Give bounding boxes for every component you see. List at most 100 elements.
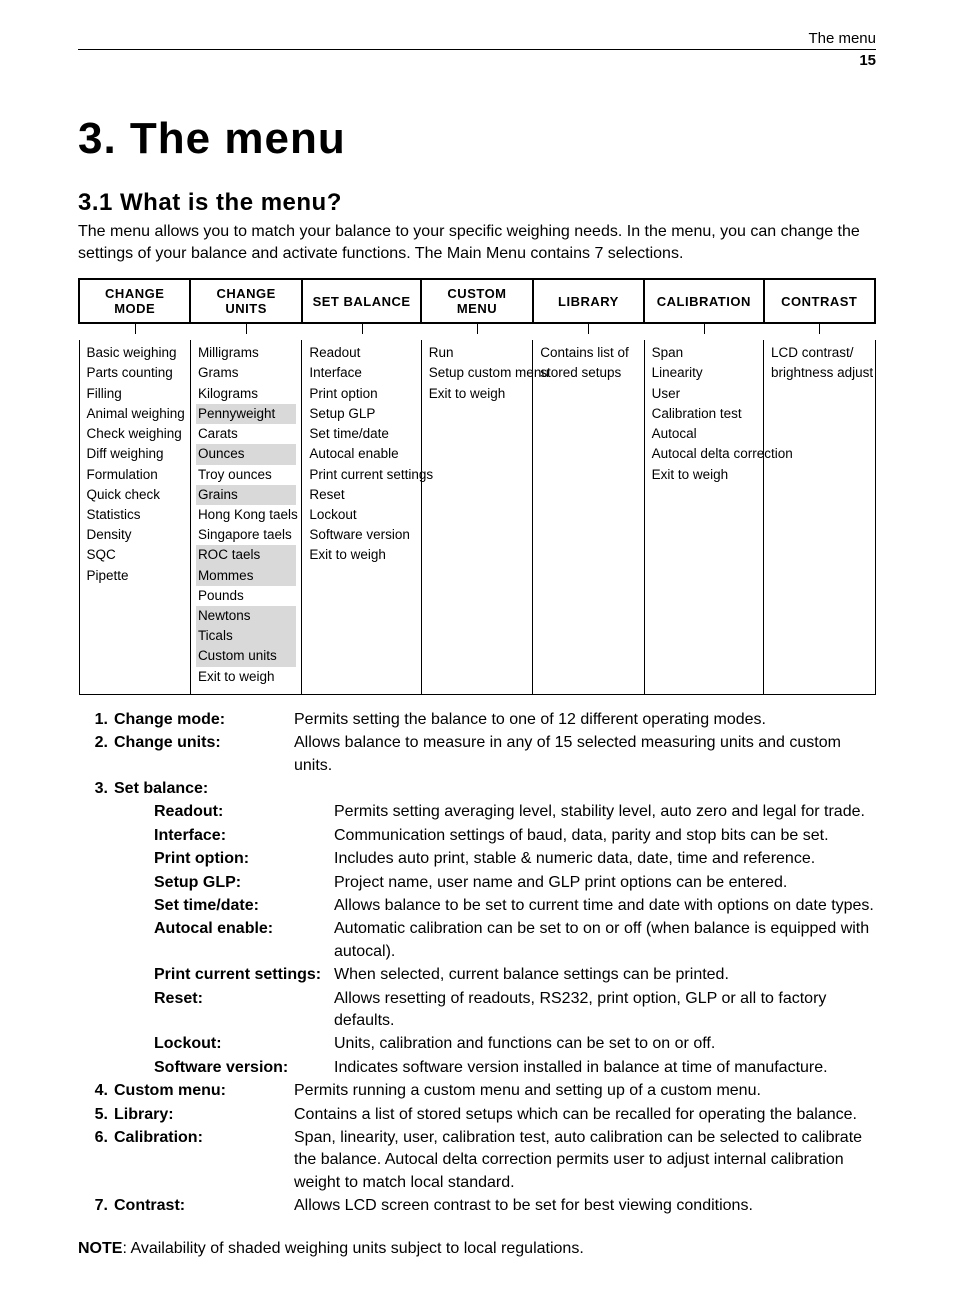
definition-label: Readout: [114, 801, 334, 823]
definition-number: 1. [78, 709, 114, 731]
col-change-mode: Basic weighingParts countingFillingAnima… [81, 341, 189, 592]
definition-row: Print current settings:When selected, cu… [78, 964, 876, 986]
menu-item: Linearity [650, 363, 758, 383]
definition-label: Change units: [114, 732, 294, 754]
col-library: Contains list ofstored setups [534, 341, 642, 389]
definition-description: Units, calibration and functions can be … [334, 1033, 876, 1055]
connector [764, 323, 875, 340]
menu-item: Interface [307, 363, 415, 383]
section-title: 3.1 What is the menu? [78, 189, 876, 217]
definition-description: Communication settings of baud, data, pa… [334, 825, 876, 847]
menu-item: stored setups [538, 363, 638, 383]
menu-item: Setup GLP [307, 404, 415, 424]
definition-number: 7. [78, 1195, 114, 1217]
note-text: : Availability of shaded weighing units … [122, 1240, 583, 1257]
definition-row: Setup GLP:Project name, user name and GL… [78, 872, 876, 894]
definition-description: Automatic calibration can be set to on o… [334, 918, 876, 963]
definition-row: Autocal enable:Automatic calibration can… [78, 918, 876, 963]
running-header: The menu [78, 30, 876, 47]
definition-label: Library: [114, 1104, 294, 1126]
menu-item: Filling [85, 384, 185, 404]
definition-number: 2. [78, 732, 114, 754]
menu-item: Grains [196, 485, 296, 505]
definition-number: 6. [78, 1127, 114, 1149]
col-head-change-mode: CHANGE MODE [79, 279, 190, 323]
definition-description: Allows LCD screen contrast to be set for… [294, 1195, 876, 1217]
menu-item: Hong Kong taels [196, 505, 296, 525]
menu-item: Setup custom menu [427, 363, 527, 383]
menu-item: Print current settings [307, 465, 415, 485]
menu-item: User [650, 384, 758, 404]
col-calibration: SpanLinearityUserCalibration testAutocal… [646, 341, 762, 491]
menu-item: Set time/date [307, 424, 415, 444]
definition-description: Contains a list of stored setups which c… [294, 1104, 876, 1126]
menu-item: Exit to weigh [650, 465, 758, 485]
definition-number: 4. [78, 1080, 114, 1102]
menu-item: Troy ounces [196, 465, 296, 485]
definition-label: Set time/date: [114, 895, 334, 917]
menu-item: Pounds [196, 586, 296, 606]
definition-row: 3.Set balance: [78, 778, 876, 800]
definition-description: Project name, user name and GLP print op… [334, 872, 876, 894]
menu-item: Pennyweight [196, 404, 296, 424]
menu-item: Autocal [650, 424, 758, 444]
connector [644, 323, 763, 340]
definition-description: When selected, current balance settings … [334, 964, 876, 986]
definition-row: Lockout:Units, calibration and functions… [78, 1033, 876, 1055]
menu-item: Check weighing [85, 424, 185, 444]
col-head-library: LIBRARY [533, 279, 644, 323]
menu-item: Contains list of [538, 343, 638, 363]
definition-row: Print option:Includes auto print, stable… [78, 848, 876, 870]
col-custom-menu: RunSetup custom menuExit to weigh [423, 341, 531, 410]
definition-description: Allows balance to be set to current time… [334, 895, 876, 917]
col-set-balance: ReadoutInterfacePrint optionSetup GLPSet… [303, 341, 419, 571]
chapter-title: 3. The menu [78, 114, 876, 164]
menu-item: Software version [307, 525, 415, 545]
menu-item: Mommes [196, 566, 296, 586]
definition-label: Print current settings: [114, 964, 334, 986]
menu-diagram: CHANGE MODE CHANGE UNITS SET BALANCE CUS… [78, 278, 876, 695]
definitions-list: 1.Change mode:Permits setting the balanc… [78, 709, 876, 1218]
note-label: NOTE [78, 1240, 122, 1257]
menu-item: Singapore taels [196, 525, 296, 545]
definition-label: Custom menu: [114, 1080, 294, 1102]
menu-item: Newtons [196, 606, 296, 626]
connector [533, 323, 644, 340]
definition-label: Autocal enable: [114, 918, 334, 940]
menu-item: Animal weighing [85, 404, 185, 424]
note-paragraph: NOTE: Availability of shaded weighing un… [78, 1240, 876, 1258]
definition-number: 3. [78, 778, 114, 800]
definition-row: Software version:Indicates software vers… [78, 1057, 876, 1079]
definition-description: Permits setting the balance to one of 12… [294, 709, 876, 731]
header-rule [78, 49, 876, 50]
menu-item: Lockout [307, 505, 415, 525]
definition-row: 2.Change units:Allows balance to measure… [78, 732, 876, 777]
menu-item: Milligrams [196, 343, 296, 363]
definition-description: Permits setting averaging level, stabili… [334, 801, 876, 823]
definition-label: Set balance: [114, 778, 294, 800]
menu-item: Ticals [196, 626, 296, 646]
menu-item: Statistics [85, 505, 185, 525]
menu-item: Exit to weigh [196, 667, 296, 687]
page-number: 15 [78, 52, 876, 69]
definition-label: Software version: [114, 1057, 334, 1079]
definition-description: Indicates software version installed in … [334, 1057, 876, 1079]
menu-item: Formulation [85, 465, 185, 485]
definition-label: Contrast: [114, 1195, 294, 1217]
definition-row: 4.Custom menu:Permits running a custom m… [78, 1080, 876, 1102]
definition-row: Readout:Permits setting averaging level,… [78, 801, 876, 823]
menu-item: Carats [196, 424, 296, 444]
connector [79, 323, 190, 340]
menu-item: Ounces [196, 444, 296, 464]
menu-item: Custom units [196, 646, 296, 666]
col-head-set-balance: SET BALANCE [302, 279, 421, 323]
menu-item: LCD contrast/ [769, 343, 869, 363]
page: The menu 15 3. The menu 3.1 What is the … [0, 0, 954, 1314]
menu-item: Quick check [85, 485, 185, 505]
definition-label: Setup GLP: [114, 872, 334, 894]
definition-label: Reset: [114, 988, 334, 1010]
menu-item: SQC [85, 545, 185, 565]
menu-item: Calibration test [650, 404, 758, 424]
menu-item: Parts counting [85, 363, 185, 383]
definition-label: Interface: [114, 825, 334, 847]
